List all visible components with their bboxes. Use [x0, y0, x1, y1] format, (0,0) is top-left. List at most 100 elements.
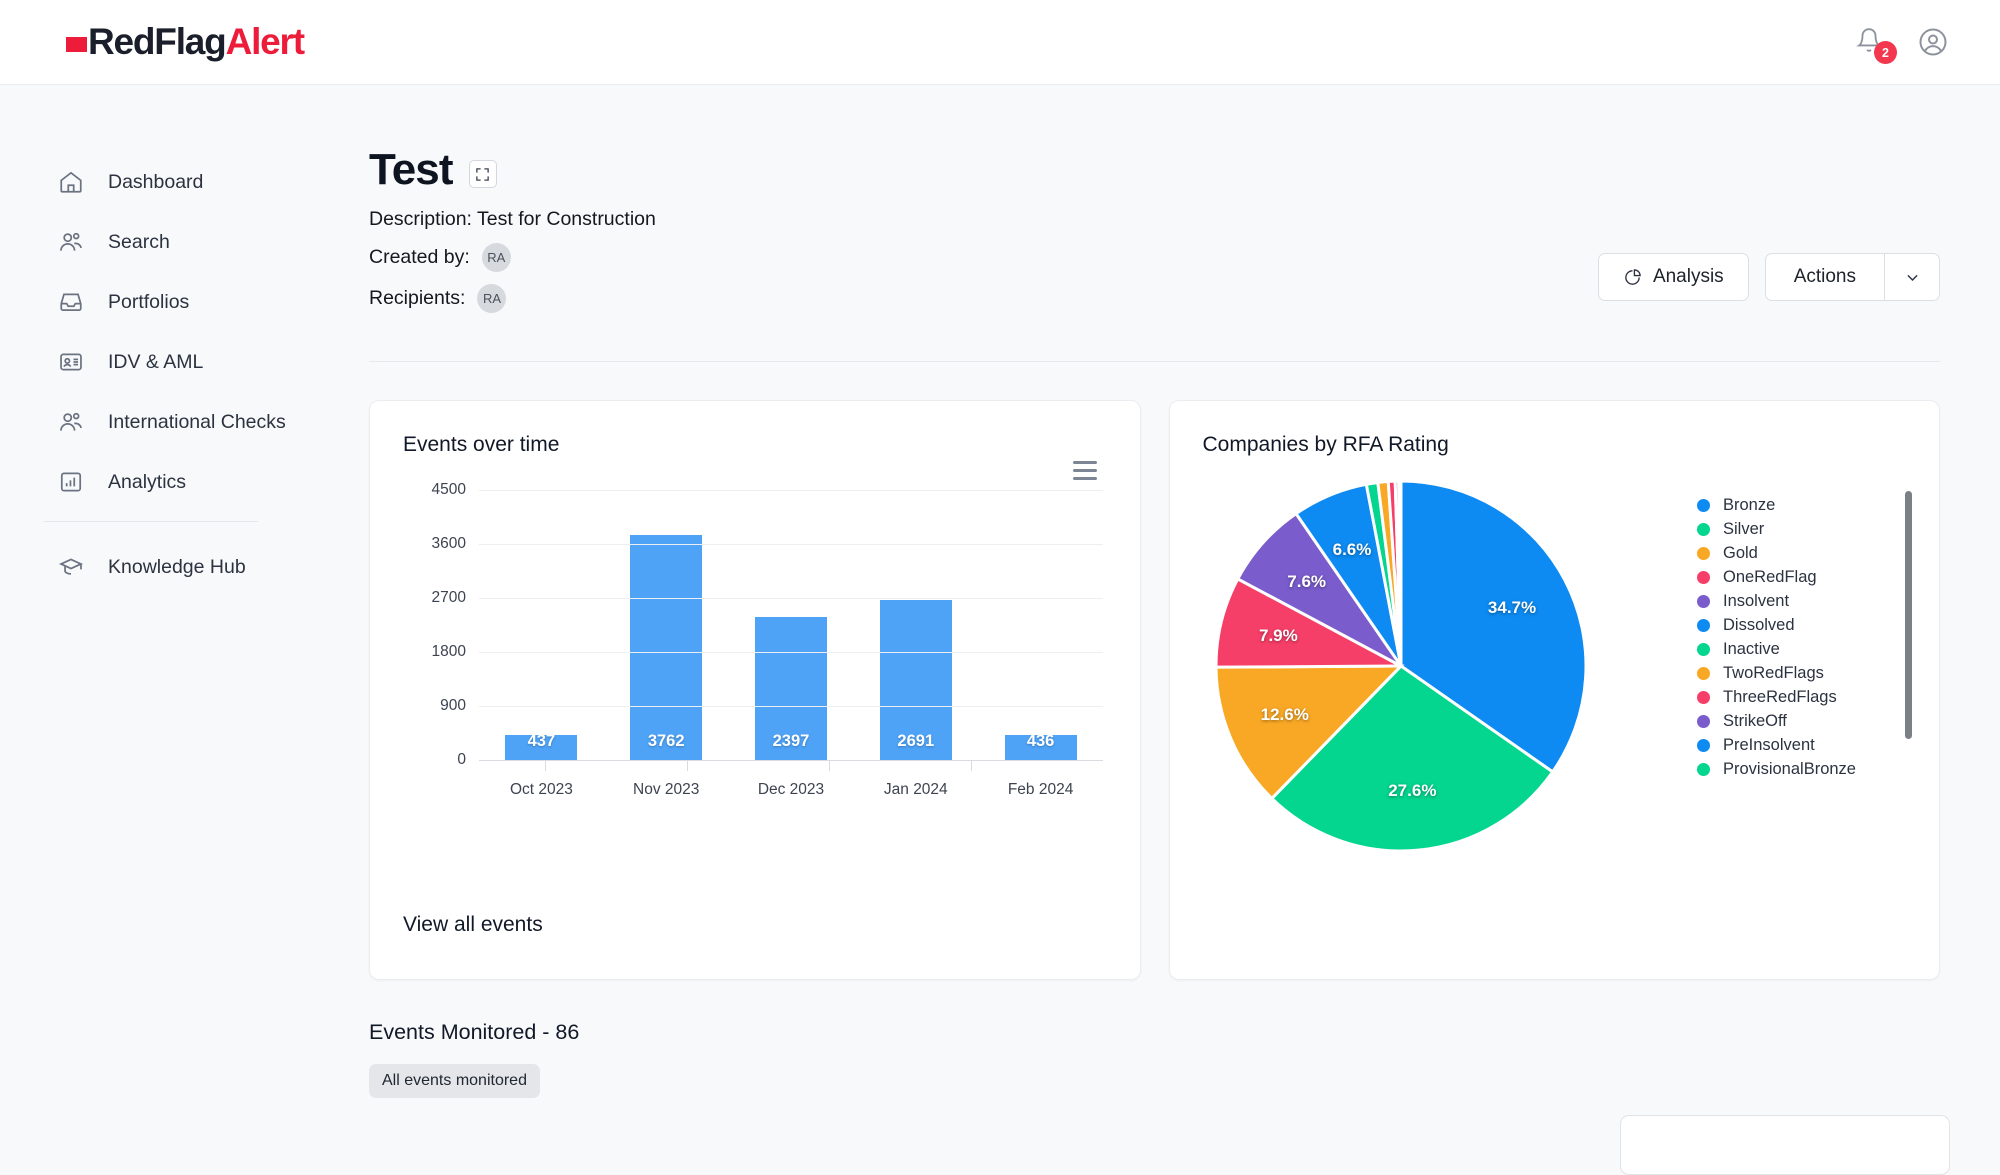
gridline: 3600: [432, 535, 1103, 552]
bar-slot: 436: [978, 491, 1103, 761]
created-by-avatar[interactable]: RA: [481, 243, 511, 272]
page-description: Description: Test for Construction: [369, 208, 656, 230]
y-axis-tick-label: 900: [440, 697, 466, 714]
legend-item[interactable]: Dissolved: [1697, 613, 1892, 637]
notification-badge: 2: [1874, 41, 1897, 64]
sidebar-item-idv-aml[interactable]: IDV & AML: [0, 339, 330, 385]
legend-item[interactable]: Silver: [1697, 517, 1892, 541]
sidebar-item-portfolios[interactable]: Portfolios: [0, 279, 330, 325]
header-actions: Analysis Actions: [1597, 253, 1940, 301]
legend-color-swatch: [1697, 546, 1710, 560]
legend-label: Inactive: [1723, 639, 1780, 658]
pie-slice-label: 6.6%: [1332, 539, 1372, 559]
page-header: Test Description: Test for Construction …: [330, 85, 2000, 313]
events-monitored-title: Events Monitored - 86: [369, 1020, 580, 1044]
actions-dropdown-toggle[interactable]: [1884, 253, 1940, 301]
people-icon: [60, 412, 82, 431]
top-bar-actions: 2: [1856, 27, 1948, 64]
sidebar-item-dashboard[interactable]: Dashboard: [0, 159, 330, 205]
rfa-pie-chart: 34.7% 27.6% 12.6% 7.9% 7.6% 6.6%: [1198, 473, 1648, 913]
charts-row: Events over time 437 3762 2397 2691 436 0 900…: [330, 362, 2000, 980]
sidebar-item-label: Portfolios: [108, 290, 190, 313]
legend-label: ThreeRedFlags: [1723, 687, 1837, 706]
legend-item[interactable]: ThreeRedFlags: [1697, 685, 1892, 709]
legend-label: StrikeOff: [1723, 711, 1787, 730]
people-icon: [60, 232, 82, 251]
logo-text-red: Alert: [225, 21, 306, 62]
top-bar: RedFlag Alert 2: [0, 0, 2000, 85]
pie-card-title: Companies by RFA Rating: [1202, 433, 1449, 456]
pie-slice-label: 7.6%: [1287, 572, 1327, 592]
x-axis-tick-label: Oct 2023: [509, 781, 573, 798]
bar-slot: 3762: [604, 491, 729, 761]
sidebar-item-international-checks[interactable]: International Checks: [0, 399, 330, 445]
sidebar-divider: [44, 521, 258, 522]
sidebar-item-knowledge-hub[interactable]: Knowledge Hub: [0, 544, 330, 590]
legend-item[interactable]: Gold: [1697, 541, 1892, 565]
logo-square-icon: [66, 37, 87, 52]
bar[interactable]: 437: [505, 732, 578, 761]
bar-slot: 437: [479, 491, 604, 761]
bar-chart-plot-area: 437 3762 2397 2691 436 0 900 1800 2700 3600 4500: [432, 481, 1103, 768]
actions-label: Actions: [1793, 266, 1856, 287]
legend-item[interactable]: TwoRedFlags: [1697, 661, 1892, 685]
x-axis-tick-label: Jan 2024: [883, 781, 948, 798]
legend-scrollbar[interactable]: [1905, 491, 1912, 739]
main-content: Test Description: Test for Construction …: [330, 85, 2000, 1098]
legend-item[interactable]: OneRedFlag: [1697, 565, 1892, 589]
bottom-partial-panel: [1620, 1115, 1950, 1175]
analysis-button[interactable]: Analysis: [1597, 253, 1749, 301]
bar-slot: 2397: [729, 491, 854, 761]
x-axis-separator: [687, 761, 688, 771]
view-all-events-link[interactable]: View all events: [403, 913, 543, 937]
expand-icon: [476, 167, 489, 181]
pie-slice[interactable]: [1398, 479, 1402, 667]
legend-color-swatch: [1697, 738, 1710, 752]
legend-label: ProvisionalBronze: [1723, 759, 1856, 778]
x-axis-separator: [829, 761, 830, 771]
bar[interactable]: 436: [1004, 732, 1077, 761]
legend-color-swatch: [1697, 498, 1710, 512]
legend-item[interactable]: StrikeOff: [1697, 709, 1892, 733]
legend-color-swatch: [1697, 762, 1710, 776]
sidebar-item-label: Search: [108, 230, 170, 253]
y-axis-tick-label: 1800: [431, 643, 466, 660]
legend-item[interactable]: Bronze: [1697, 493, 1892, 517]
actions-button[interactable]: Actions: [1764, 253, 1884, 301]
bar-value-label: 2397: [772, 732, 810, 750]
legend-color-swatch: [1697, 570, 1710, 584]
bar-chart-icon: [60, 472, 82, 492]
bar-value-label: 437: [527, 732, 556, 750]
sidebar-item-label: IDV & AML: [108, 350, 204, 373]
legend-label: Insolvent: [1723, 591, 1790, 610]
legend-item[interactable]: PreInsolvent: [1697, 733, 1892, 757]
sidebar-item-analytics[interactable]: Analytics: [0, 459, 330, 505]
bar-value-label: 3762: [647, 732, 685, 750]
bar[interactable]: 2691: [879, 599, 952, 761]
legend-item[interactable]: ProvisionalBronze: [1697, 757, 1892, 781]
legend-item[interactable]: Inactive: [1697, 637, 1892, 661]
notifications-button[interactable]: 2: [1856, 27, 1897, 64]
gridline: 2700: [432, 589, 1103, 606]
bar[interactable]: 3762: [630, 535, 703, 761]
brand-logo[interactable]: RedFlag Alert: [66, 21, 306, 63]
inbox-icon: [60, 293, 82, 311]
x-axis-tick-label: Feb 2024: [1007, 781, 1074, 798]
bar[interactable]: 2397: [754, 617, 827, 761]
legend-item[interactable]: Insolvent: [1697, 589, 1892, 613]
sidebar-item-search[interactable]: Search: [0, 219, 330, 265]
sidebar-item-label: Dashboard: [108, 170, 204, 193]
legend-label: Dissolved: [1723, 615, 1795, 634]
expand-button[interactable]: [468, 160, 497, 188]
legend-label: Gold: [1723, 543, 1758, 562]
all-events-monitored-tag[interactable]: All events monitored: [369, 1064, 540, 1098]
events-card-title: Events over time: [403, 433, 560, 456]
actions-split-button: Actions: [1764, 253, 1940, 301]
x-axis-tick-label: Nov 2023: [633, 781, 700, 798]
recipient-avatar[interactable]: RA: [477, 284, 507, 313]
page-title: Test: [369, 145, 454, 194]
logo-text-dark: RedFlag: [88, 21, 227, 62]
legend-color-swatch: [1697, 594, 1710, 608]
user-circle-icon[interactable]: [1918, 27, 1948, 57]
bar-value-label: 2691: [897, 732, 935, 750]
